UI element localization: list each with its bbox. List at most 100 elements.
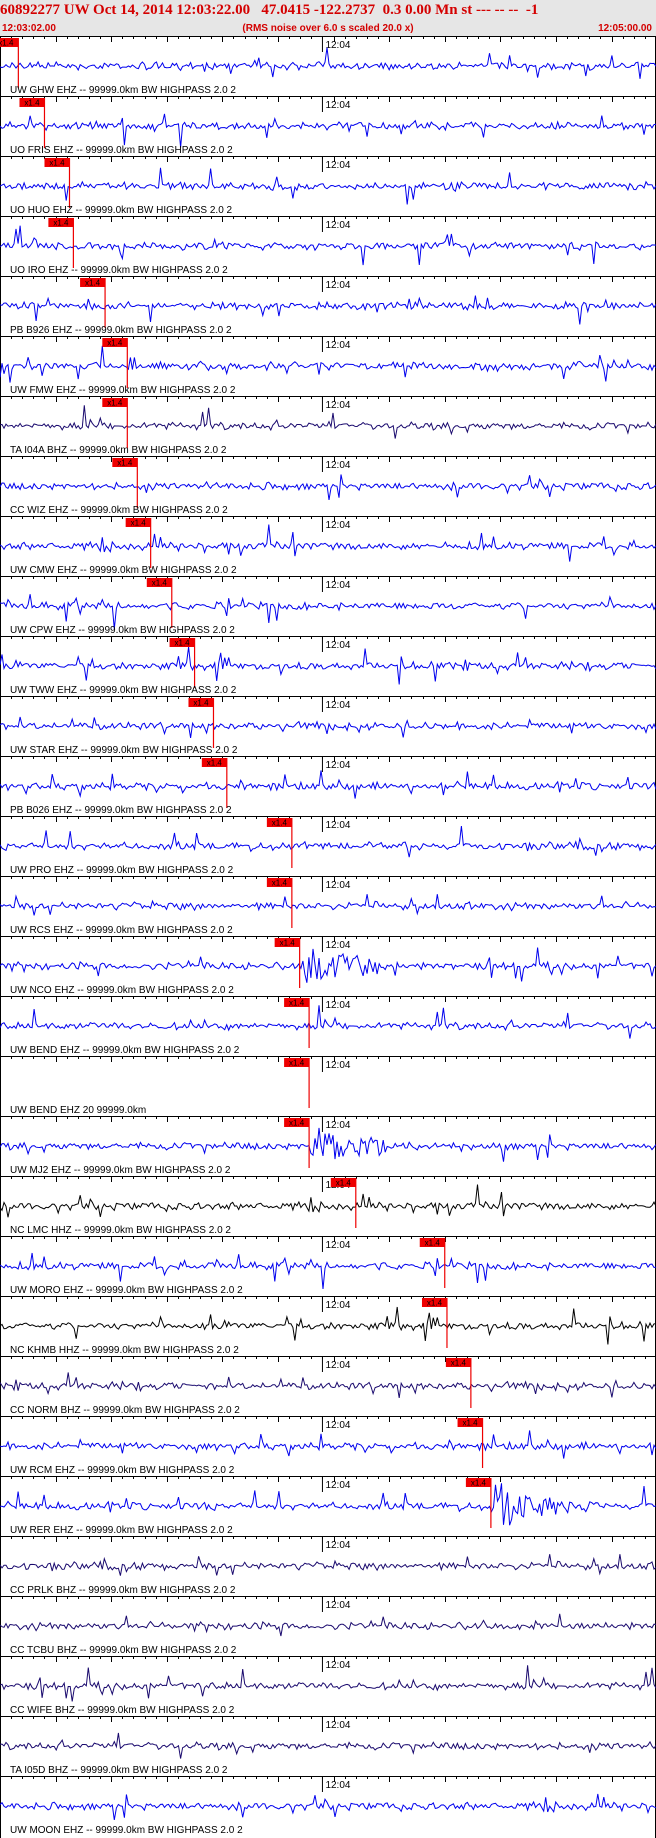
waveform-trace xyxy=(0,1430,656,1459)
channel-panel: 12:04 x1.4 TA I04A BHZ -- 99999.0km BW HIG… xyxy=(0,396,656,456)
waveform-trace xyxy=(0,113,656,148)
channel-panel: 12:04 x1.4 UW GHW EHZ -- 99999.0km BW HIGH… xyxy=(0,36,656,96)
minute-label: 12:04 xyxy=(325,160,350,171)
channel-panel: 12:04 CC WIFE BHZ -- 99999.0km BW HIGHPAS… xyxy=(0,1656,656,1716)
minute-label: 12:04 xyxy=(325,400,350,411)
waveform-trace xyxy=(0,1613,656,1637)
pick-label: x1.4 xyxy=(272,879,288,888)
pick-label: x1.4 xyxy=(272,819,288,828)
channel-panel: 12:04 x1.4 UW CPW EHZ -- 99999.0km BW HIGH… xyxy=(0,576,656,636)
pick-label: x1.4 xyxy=(107,399,123,408)
event-title: 60892277 UW Oct 14, 2014 12:03:22.00 47.… xyxy=(0,2,539,18)
channel-label: UW PRO EHZ -- 99999.0km BW HIGHPASS 2.0 … xyxy=(10,865,234,876)
channel-label: TA I04A BHZ -- 99999.0km BW HIGHPASS 2.0… xyxy=(10,445,227,456)
pick-label: x1.4 xyxy=(85,279,101,288)
waveform-trace xyxy=(0,345,656,383)
end-time-label: 12:05:00.00 xyxy=(598,23,652,34)
waveform-trace xyxy=(0,1372,656,1398)
channel-label: CC PRLK BHZ -- 99999.0km BW HIGHPASS 2.0… xyxy=(10,1585,236,1596)
waveform-trace xyxy=(0,47,656,79)
channel-panel: 12:04 x1.4 UW RCS EHZ -- 99999.0km BW HIGH… xyxy=(0,876,656,936)
waveform-trace xyxy=(0,894,656,916)
channel-panel: 12:04 UW MOON EHZ -- 99999.0km BW HIGHPAS… xyxy=(0,1776,656,1836)
minute-label: 12:04 xyxy=(325,820,350,831)
channel-panel: 12:04 x1.4 UW TWW EHZ -- 99999.0km BW HIGH… xyxy=(0,636,656,696)
pick-label: x1.4 xyxy=(53,219,69,228)
channel-panel: 12:04 x1.4 UW MJ2 EHZ -- 99999.0km BW HIGH… xyxy=(0,1116,656,1176)
seismogram-plot: 12:04 x1.4 UW GHW EHZ -- 99999.0km BW HIGH… xyxy=(0,36,656,1838)
channel-panel: 12:04 x1.4 UO HUO EHZ -- 99999.0km BW HIGH… xyxy=(0,156,656,216)
channel-label: UO IRO EHZ -- 99999.0km BW HIGHPASS 2.0 … xyxy=(10,265,228,276)
waveform-trace xyxy=(0,1127,656,1162)
channel-panel: 12:04 x1.4 UO IRO EHZ -- 99999.0km BW HIGH… xyxy=(0,216,656,276)
waveform-trace xyxy=(0,1306,656,1345)
minute-label: 12:04 xyxy=(325,1000,350,1011)
waveform-trace xyxy=(0,1793,656,1820)
pick-label: x1.4 xyxy=(289,1119,305,1128)
waveform-trace xyxy=(0,295,656,325)
minute-label: 12:04 xyxy=(325,880,350,891)
minute-label: 12:04 xyxy=(325,220,350,231)
channel-label: UW BEND EHZ -- 99999.0km BW HIGHPASS 2.0… xyxy=(10,1045,240,1056)
minute-label: 12:04 xyxy=(325,700,350,711)
minute-label: 12:04 xyxy=(325,940,350,951)
channel-panel: 12:04 x1.4 UW MORO EHZ -- 99999.0km BW HIG… xyxy=(0,1236,656,1296)
minute-label: 12:04 xyxy=(325,100,350,111)
channel-panel: 12:04 x1.4 UW FMW EHZ -- 99999.0km BW HIGH… xyxy=(0,336,656,396)
scale-note: (RMS noise over 6.0 s scaled 20.0 x) xyxy=(242,23,414,34)
pick-label: x1.4 xyxy=(117,459,133,468)
minute-label: 12:04 xyxy=(325,1480,350,1491)
minute-label: 12:04 xyxy=(325,1600,350,1611)
pick-label: x1.4 xyxy=(107,339,123,348)
channel-label: UW FMW EHZ -- 99999.0km BW HIGHPASS 2.0 … xyxy=(10,385,236,396)
waveform-trace xyxy=(0,947,656,983)
channel-label: NC LMC HHZ -- 99999.0km BW HIGHPASS 2.0 … xyxy=(10,1225,231,1236)
channel-label: PB B926 EHZ -- 99999.0km BW HIGHPASS 2.0… xyxy=(10,325,232,336)
channel-panel: 12:04 x1.4 UW PRO EHZ -- 99999.0km BW HIGH… xyxy=(0,816,656,876)
waveform-trace xyxy=(0,225,656,266)
pick-label: x1.4 xyxy=(280,939,296,948)
channel-panel: 12:04 TA I05D BHZ -- 99999.0km BW HIGHPAS… xyxy=(0,1716,656,1776)
pick-label: x1.4 xyxy=(193,699,209,708)
pick-label: x1.4 xyxy=(427,1299,443,1308)
waveform-trace xyxy=(0,474,656,500)
minute-label: 12:04 xyxy=(325,1540,350,1551)
channel-label: UW CMW EHZ -- 99999.0km BW HIGHPASS 2.0 … xyxy=(10,565,237,576)
channel-panel: 12:04 x1.4 UW NCO EHZ -- 99999.0km BW HIGH… xyxy=(0,936,656,996)
channel-label: UO FRIS EHZ -- 99999.0km BW HIGHPASS 2.0… xyxy=(10,145,233,156)
channel-panel: 12:04 x1.4 UW CMW EHZ -- 99999.0km BW HIGH… xyxy=(0,516,656,576)
channel-panel: 12:04 CC TCBU BHZ -- 99999.0km BW HIGHPAS… xyxy=(0,1596,656,1656)
channel-label: CC TCBU BHZ -- 99999.0km BW HIGHPASS 2.0… xyxy=(10,1645,237,1656)
minute-label: 12:04 xyxy=(325,1780,350,1791)
waveform-trace xyxy=(0,1554,656,1576)
channel-label: UW RCS EHZ -- 99999.0km BW HIGHPASS 2.0 … xyxy=(10,925,233,936)
channel-panel: 12:04 x1.4 CC NORM BHZ -- 99999.0km BW HIG… xyxy=(0,1356,656,1416)
plot-header: 60892277 UW Oct 14, 2014 12:03:22.00 47.… xyxy=(0,0,656,36)
channel-label: UO HUO EHZ -- 99999.0km BW HIGHPASS 2.0 … xyxy=(10,205,233,216)
channel-label: UW RER EHZ -- 99999.0km BW HIGHPASS 2.0 … xyxy=(10,1525,233,1536)
pick-label: x1.4 xyxy=(175,639,191,648)
waveform-trace xyxy=(0,1252,656,1289)
pick-label: x1.4 xyxy=(131,519,147,528)
channel-label: CC WIZ EHZ -- 99999.0km BW HIGHPASS 2.0 … xyxy=(10,505,228,516)
channel-label: CC NORM BHZ -- 99999.0km BW HIGHPASS 2.0… xyxy=(10,1405,240,1416)
channel-label: UW GHW EHZ -- 99999.0km BW HIGHPASS 2.0 … xyxy=(10,85,236,96)
pick-label: x1.4 xyxy=(451,1359,467,1368)
minute-label: 12:04 xyxy=(325,520,350,531)
minute-label: 12:04 xyxy=(325,580,350,591)
minute-label: 12:04 xyxy=(325,40,350,51)
channel-panel: 12:04 x1.4 CC WIZ EHZ -- 99999.0km BW HIGH… xyxy=(0,456,656,516)
minute-label: 12:04 xyxy=(325,1300,350,1311)
pick-label: x1.4 xyxy=(152,579,168,588)
channel-label: NC KHMB HHZ -- 99999.0km BW HIGHPASS 2.0… xyxy=(10,1345,239,1356)
waveform-trace xyxy=(0,1732,656,1759)
minute-label: 12:04 xyxy=(325,760,350,771)
channel-label: UW TWW EHZ -- 99999.0km BW HIGHPASS 2.0 … xyxy=(10,685,237,696)
waveform-trace xyxy=(0,167,656,205)
channel-label: UW MJ2 EHZ -- 99999.0km BW HIGHPASS 2.0 … xyxy=(10,1165,231,1176)
channel-label: UW CPW EHZ -- 99999.0km BW HIGHPASS 2.0 … xyxy=(10,625,235,636)
minute-label: 12:04 xyxy=(325,1060,350,1071)
waveform-trace xyxy=(0,646,656,685)
channel-panel: 12:04 x1.4 UO FRIS EHZ -- 99999.0km BW HIG… xyxy=(0,96,656,156)
channel-label: UW STAR EHZ -- 99999.0km BW HIGHPASS 2.0… xyxy=(10,745,238,756)
